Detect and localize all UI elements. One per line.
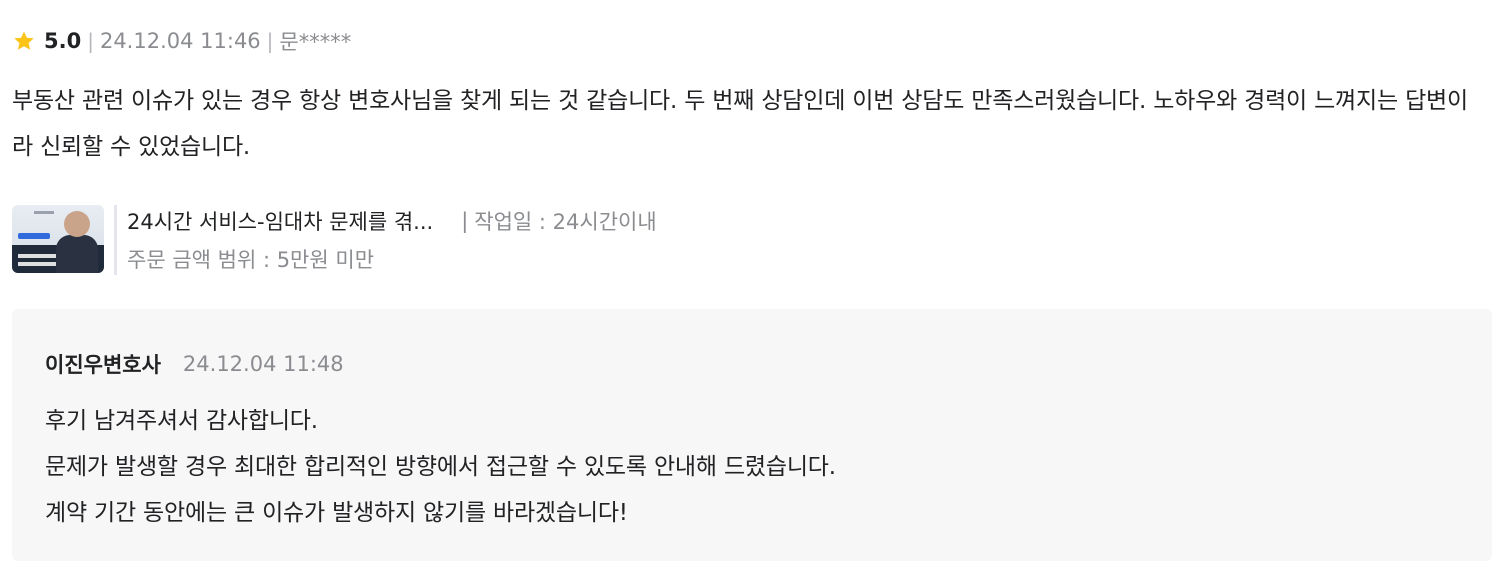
- separator: |: [461, 209, 469, 233]
- service-info: 24시간 서비스-임대차 문제를 겪... | 작업일 : 24시간이내 주문 …: [127, 205, 657, 275]
- review-meta: 5.0 | 24.12.04 11:46 | 문*****: [12, 26, 351, 56]
- reply-body: 후기 남겨주셔서 감사합니다. 문제가 발생할 경우 최대한 합리적인 방향에서…: [45, 398, 836, 536]
- service-title[interactable]: 24시간 서비스-임대차 문제를 겪...: [127, 206, 433, 236]
- separator: |: [266, 29, 274, 53]
- service-card[interactable]: 24시간 서비스-임대차 문제를 겪... | 작업일 : 24시간이내 주문 …: [12, 205, 657, 275]
- reply-line: 계약 기간 동안에는 큰 이슈가 발생하지 않기를 바라겠습니다!: [45, 500, 628, 526]
- review-text: 부동산 관련 이슈가 있는 경우 항상 변호사님을 찾게 되는 것 같습니다. …: [12, 88, 1468, 160]
- work-period: 작업일 : 24시간이내: [474, 210, 657, 234]
- review-date: 24.12.04 11:46: [99, 29, 261, 53]
- rating-score: 5.0: [44, 29, 82, 53]
- star-icon: [12, 29, 36, 53]
- seller-reply: 이진우변호사 24.12.04 11:48 후기 남겨주셔서 감사합니다. 문제…: [12, 309, 1492, 561]
- separator: |: [87, 29, 94, 53]
- reply-author: 이진우변호사: [45, 353, 161, 377]
- price-range: 주문 금액 범위 : 5만원 미만: [127, 248, 375, 272]
- divider: [114, 205, 117, 275]
- reply-header: 이진우변호사 24.12.04 11:48: [45, 349, 344, 379]
- reply-date: 24.12.04 11:48: [182, 352, 344, 376]
- reply-line: 후기 남겨주셔서 감사합니다.: [45, 408, 318, 434]
- reply-line: 문제가 발생할 경우 최대한 합리적인 방향에서 접근할 수 있도록 안내해 드…: [45, 454, 836, 480]
- lawyer-thumbnail[interactable]: [12, 205, 104, 273]
- review-author: 문*****: [279, 30, 352, 54]
